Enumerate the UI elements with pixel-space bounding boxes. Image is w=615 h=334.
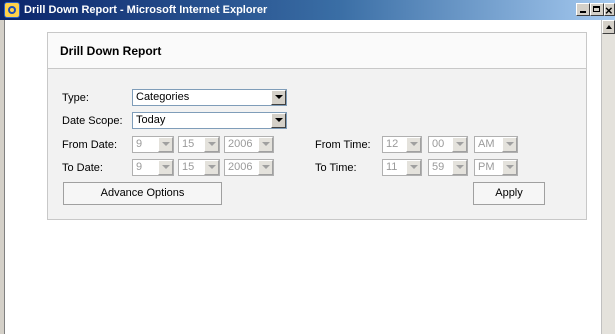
drill-down-panel: Drill Down Report Type: Categories Date … [47,32,587,220]
to-date-year-select[interactable]: 2006 [224,159,274,176]
from-time-minute-value: 00 [432,138,445,150]
from-date-day-select[interactable]: 15 [178,136,220,153]
from-date-month-value: 9 [136,138,143,150]
from-date-label: From Date: [62,139,118,151]
window-titlebar: Drill Down Report - Microsoft Internet E… [0,0,615,21]
dropdown-arrow-icon[interactable] [204,137,219,152]
type-value: Categories [136,91,190,103]
dropdown-arrow-icon[interactable] [271,113,286,128]
dropdown-arrow-icon[interactable] [452,137,467,152]
page-title: Drill Down Report [60,44,162,58]
dropdown-arrow-icon[interactable] [502,137,517,152]
from-time-ampm-select[interactable]: AM [474,136,518,153]
panel-header: Drill Down Report [48,33,586,69]
from-date-year-select[interactable]: 2006 [224,136,274,153]
to-date-day-value: 15 [182,161,195,173]
advance-options-button[interactable]: Advance Options [63,182,222,205]
type-select[interactable]: Categories [132,89,287,106]
dropdown-arrow-icon[interactable] [452,160,467,175]
date-scope-select[interactable]: Today [132,112,287,129]
to-date-year-value: 2006 [228,161,253,173]
dropdown-arrow-icon[interactable] [406,160,421,175]
to-time-hour-value: 11 [386,161,398,173]
from-date-month-select[interactable]: 9 [132,136,174,153]
from-time-hour-select[interactable]: 12 [382,136,422,153]
scroll-up-icon[interactable] [602,20,615,34]
to-time-ampm-select[interactable]: PM [474,159,518,176]
close-icon[interactable] [604,1,615,21]
from-date-year-value: 2006 [228,138,253,150]
dropdown-arrow-icon[interactable] [258,137,273,152]
dropdown-arrow-icon[interactable] [406,137,421,152]
dropdown-arrow-icon[interactable] [502,160,517,175]
to-time-ampm-value: PM [478,161,495,173]
to-time-minute-select[interactable]: 59 [428,159,468,176]
vertical-scrollbar[interactable] [601,20,615,334]
to-date-day-select[interactable]: 15 [178,159,220,176]
ie-icon [4,2,20,18]
window-title: Drill Down Report - Microsoft Internet E… [24,4,268,16]
from-date-day-value: 15 [182,138,195,150]
dropdown-arrow-icon[interactable] [204,160,219,175]
from-time-minute-select[interactable]: 00 [428,136,468,153]
apply-button[interactable]: Apply [473,182,545,205]
from-time-ampm-value: AM [478,138,495,150]
dropdown-arrow-icon[interactable] [158,137,173,152]
to-date-label: To Date: [62,162,103,174]
to-date-month-value: 9 [136,161,143,173]
date-scope-label: Date Scope: [62,115,123,127]
to-time-minute-value: 59 [432,161,445,173]
from-time-hour-value: 12 [386,138,399,150]
to-time-hour-select[interactable]: 11 [382,159,422,176]
date-scope-value: Today [136,114,166,126]
from-time-label: From Time: [315,139,371,151]
dropdown-arrow-icon[interactable] [258,160,273,175]
dropdown-arrow-icon[interactable] [271,90,286,105]
type-label: Type: [62,92,89,104]
dropdown-arrow-icon[interactable] [158,160,173,175]
to-date-month-select[interactable]: 9 [132,159,174,176]
maximize-icon[interactable] [590,3,604,16]
minimize-icon[interactable] [576,3,590,16]
to-time-label: To Time: [315,162,357,174]
